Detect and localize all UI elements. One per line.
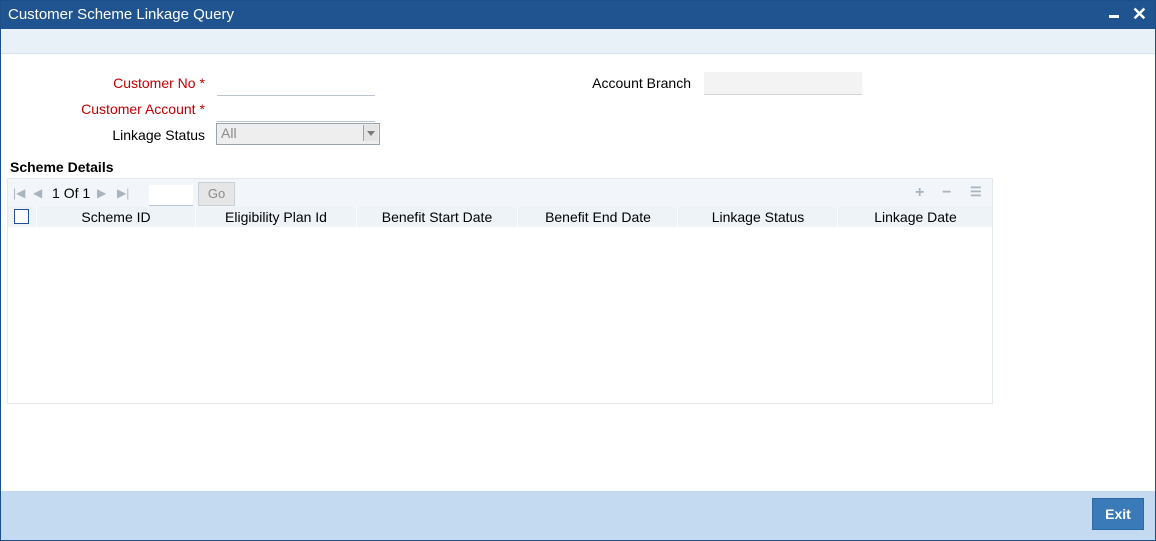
column-benefit-start-date[interactable]: Benefit Start Date (356, 207, 517, 227)
go-button[interactable]: Go (198, 182, 235, 206)
prev-page-icon[interactable]: ◀ (33, 186, 42, 200)
exit-button[interactable]: Exit (1092, 498, 1144, 530)
column-scheme-id[interactable]: Scheme ID (36, 207, 195, 227)
grid-toolbar: |◀ ◀ 1 Of 1 ▶ ▶| Go + − ☰ (8, 179, 992, 207)
column-linkage-date[interactable]: Linkage Date (837, 207, 993, 227)
window-title: Customer Scheme Linkage Query (8, 6, 234, 23)
query-window: Customer Scheme Linkage Query ✕ Customer… (0, 0, 1156, 541)
title-bar: Customer Scheme Linkage Query ✕ (1, 1, 1155, 29)
account-branch-label: Account Branch (592, 75, 691, 91)
first-page-icon[interactable]: |◀ (13, 186, 25, 200)
column-linkage-status[interactable]: Linkage Status (677, 207, 838, 227)
tool-band (1, 29, 1155, 54)
minimize-icon[interactable] (1109, 15, 1119, 18)
last-page-icon[interactable]: ▶| (117, 186, 129, 200)
page-info: 1 Of 1 (52, 185, 91, 201)
footer-bar: Exit (1, 491, 1155, 540)
column-eligibility-plan-id[interactable]: Eligibility Plan Id (195, 207, 356, 227)
close-icon[interactable]: ✕ (1132, 4, 1147, 24)
linkage-status-value: All (221, 125, 237, 141)
scheme-details-title: Scheme Details (10, 159, 114, 175)
column-benefit-end-date[interactable]: Benefit End Date (517, 207, 678, 227)
page-number-input[interactable] (149, 185, 193, 206)
customer-no-label: Customer No * (113, 75, 205, 91)
scheme-details-grid: |◀ ◀ 1 Of 1 ▶ ▶| Go + − ☰ Scheme ID Elig… (7, 178, 993, 404)
add-row-icon[interactable]: + (915, 184, 924, 202)
delete-row-icon[interactable]: − (942, 184, 951, 202)
linkage-status-label: Linkage Status (112, 127, 205, 143)
customer-account-input[interactable] (217, 99, 375, 122)
view-list-icon[interactable]: ☰ (970, 184, 982, 200)
select-all-checkbox[interactable] (14, 209, 29, 224)
customer-no-input[interactable] (217, 73, 375, 96)
next-page-icon[interactable]: ▶ (97, 186, 106, 200)
chevron-down-icon[interactable] (363, 125, 378, 141)
customer-account-label: Customer Account * (81, 101, 205, 117)
grid-header: Scheme ID Eligibility Plan Id Benefit St… (8, 207, 992, 227)
account-branch-input[interactable] (704, 72, 862, 95)
linkage-status-select[interactable]: All (216, 123, 380, 145)
